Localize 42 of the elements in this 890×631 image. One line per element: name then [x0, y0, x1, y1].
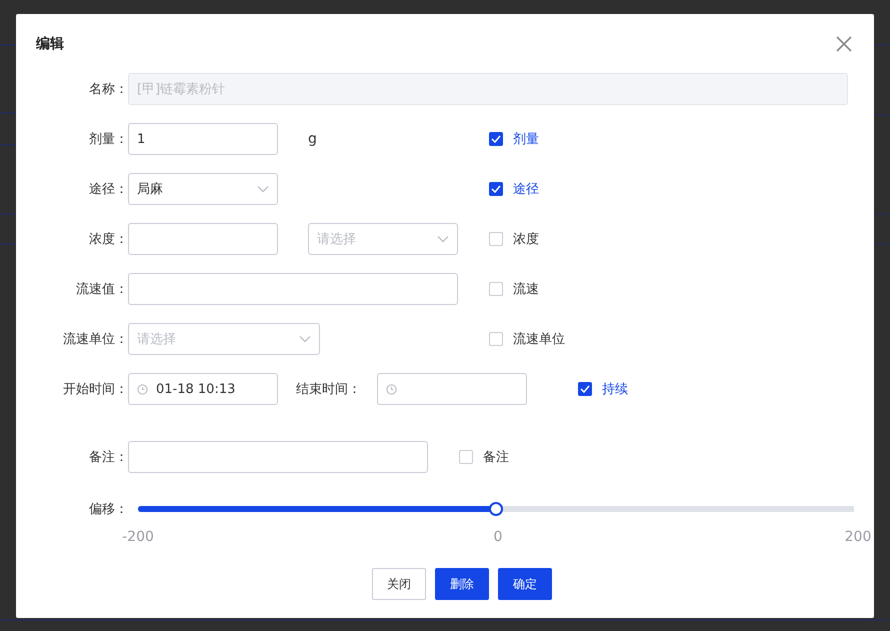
field-label: 浓度：	[88, 231, 128, 248]
checkbox-option[interactable]: 途径	[489, 180, 539, 198]
field-label: 结束时间：	[296, 381, 361, 398]
field-label: 流速值：	[75, 281, 128, 298]
chevron-down-icon	[437, 235, 449, 243]
field-label: 偏移：	[88, 501, 128, 518]
field-label: 开始时间：	[62, 381, 128, 398]
close-icon[interactable]	[834, 34, 854, 54]
slider-tick-label: 0	[494, 529, 502, 545]
chevron-down-icon	[257, 185, 269, 193]
primary-button[interactable]: 删除	[435, 568, 489, 600]
clock-icon	[386, 384, 397, 394]
text-field[interactable]	[128, 441, 428, 473]
primary-button[interactable]: 确定	[498, 568, 552, 600]
text-field[interactable]	[128, 223, 278, 255]
chevron-down-icon	[299, 335, 311, 343]
dialog-title: 编辑	[36, 34, 64, 52]
checkbox-option[interactable]: 剂量	[488, 130, 539, 148]
checkbox-option[interactable]: 流速单位	[489, 330, 565, 348]
time-field[interactable]	[377, 373, 527, 405]
select-field[interactable]: 局麻	[128, 173, 278, 205]
close-button[interactable]: 关闭	[372, 568, 426, 600]
checkbox-option[interactable]: 备注	[459, 448, 509, 466]
checkbox-option[interactable]: 流速	[489, 280, 539, 298]
field-label: 名称：	[88, 81, 128, 98]
slider-tick-label: -200	[122, 529, 154, 545]
time-field[interactable]: 01-18 10:13	[128, 373, 278, 405]
field-label: 剂量：	[88, 131, 128, 148]
checkbox-option[interactable]: 浓度	[489, 230, 539, 248]
slider-tick-label: 200	[844, 529, 872, 545]
checkbox[interactable]	[578, 382, 592, 396]
field-label: 途径：	[88, 181, 128, 198]
slider-thumb[interactable]	[489, 502, 503, 516]
field-label: 流速单位：	[62, 331, 128, 348]
text-field[interactable]: 1	[128, 123, 278, 155]
field-label: 备注：	[88, 449, 128, 466]
clock-icon	[137, 384, 148, 394]
text-field[interactable]	[128, 273, 458, 305]
checkbox[interactable]	[488, 132, 503, 146]
checkbox[interactable]	[489, 182, 503, 196]
checkbox-option[interactable]: 持续	[578, 380, 628, 398]
unit-label: g	[308, 131, 317, 147]
